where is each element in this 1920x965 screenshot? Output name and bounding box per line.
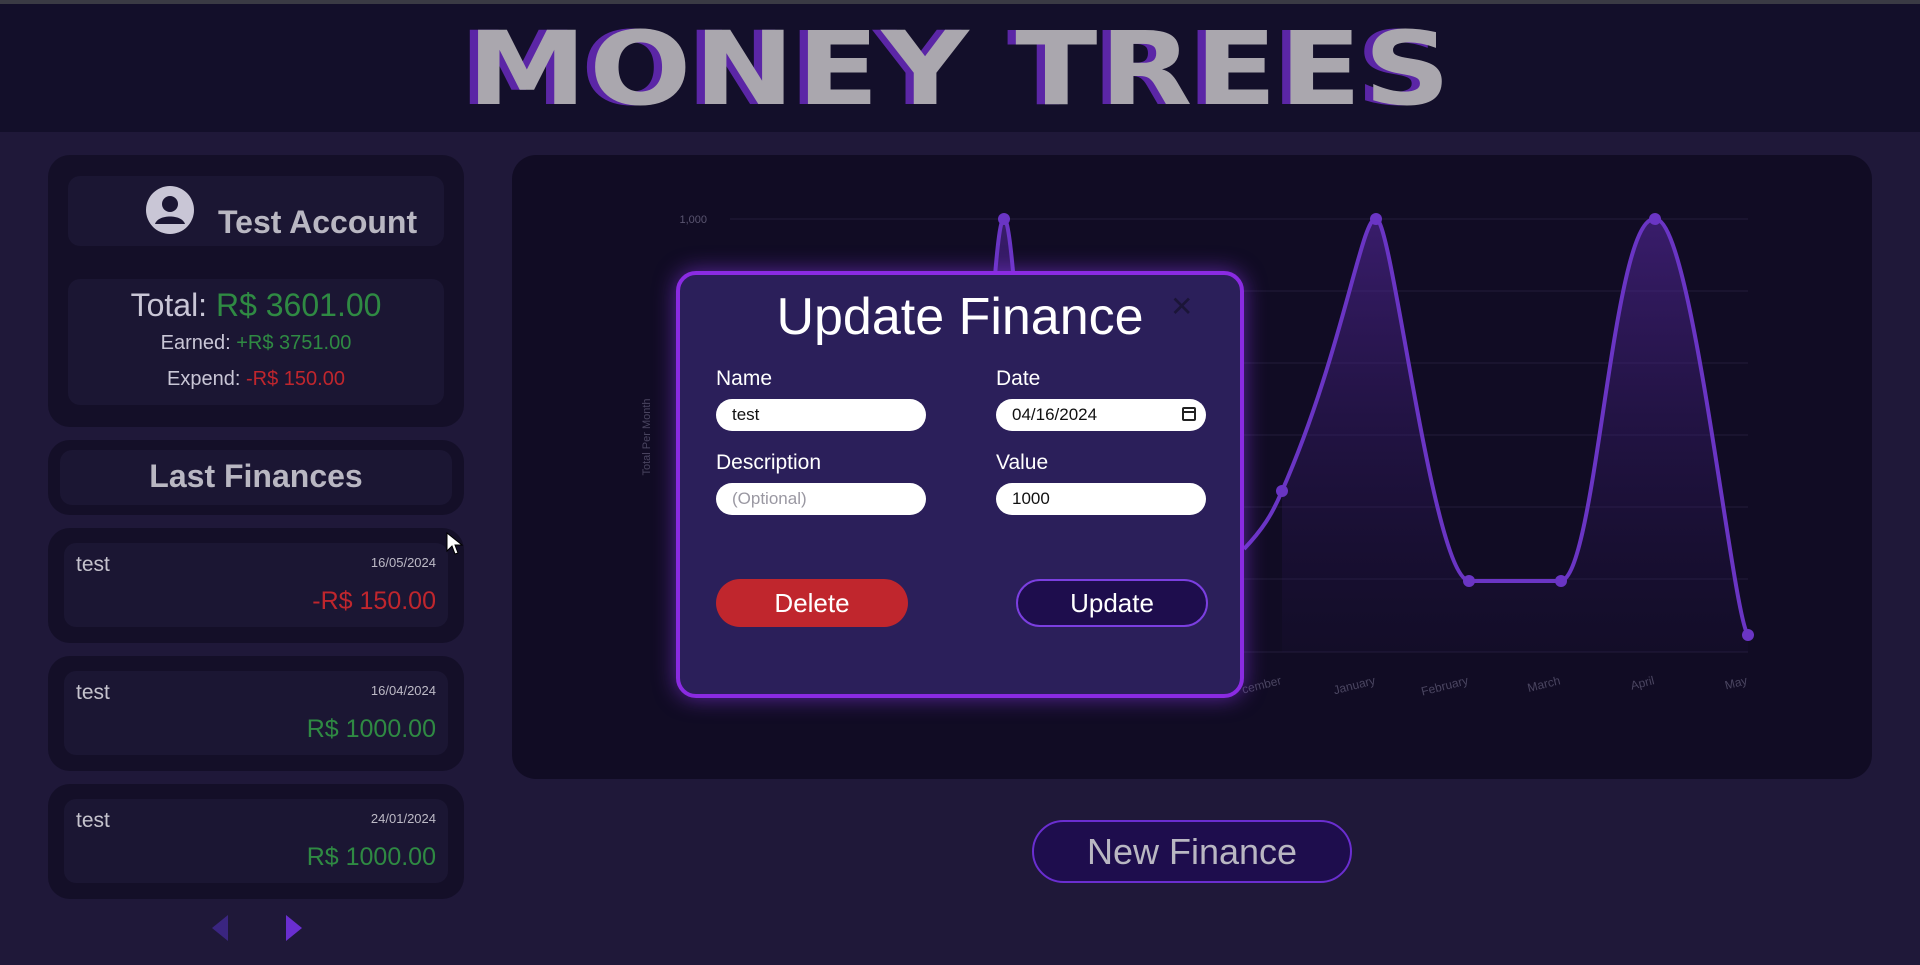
modal-title: Update Finance	[776, 288, 1144, 346]
value-label: Value	[996, 451, 1049, 474]
previous-page-icon[interactable]	[212, 915, 228, 941]
account-totals: Total: R$ 3601.00 Earned: +R$ 3751.00 Ex…	[68, 279, 444, 405]
chart-point	[1463, 575, 1475, 587]
finance-item-value: -R$ 150.00	[312, 587, 436, 615]
last-finances-header: Last Finances	[60, 450, 452, 505]
total-label: Total:	[130, 287, 208, 323]
date-input[interactable]: 04/16/2024	[996, 399, 1206, 431]
earned-value: +R$ 3751.00	[236, 332, 352, 354]
close-icon[interactable]: ✕	[1170, 293, 1193, 321]
finance-item-date: 16/05/2024	[370, 555, 436, 570]
finance-item-body: test 16/05/2024 -R$ 150.00	[64, 543, 448, 627]
account-panel: Test Account Total: R$ 3601.00 Earned: +…	[48, 155, 464, 427]
chart-point	[1742, 629, 1754, 641]
finance-item[interactable]: test 16/04/2024 R$ 1000.00	[48, 656, 464, 771]
x-tick-label: April	[1629, 673, 1656, 692]
expend-label: Expend:	[167, 368, 241, 390]
finance-item-value: R$ 1000.00	[306, 715, 436, 743]
y-axis-label: Total Per Month	[641, 398, 653, 475]
x-axis-labels: cember January February March April May	[1241, 673, 1749, 698]
last-finances-title: Last Finances	[149, 458, 363, 494]
app-logo: MONEY TREES MONEY TREES	[0, 10, 1920, 129]
name-input[interactable]: test	[716, 399, 926, 431]
y-tick-label: 1,000	[679, 214, 707, 226]
finance-item-date: 24/01/2024	[370, 811, 436, 826]
finance-item[interactable]: test 16/05/2024 -R$ 150.00	[48, 528, 464, 643]
name-label: Name	[716, 367, 773, 390]
update-finance-modal: Update Finance ✕ Name test Date 04/16/20…	[676, 271, 1244, 698]
finance-item-name: test	[76, 809, 110, 832]
new-finance-button[interactable]: New Finance	[1032, 820, 1352, 883]
delete-button[interactable]: Delete	[716, 579, 908, 627]
expend-value: -R$ 150.00	[245, 368, 345, 390]
x-tick-label: January	[1332, 673, 1377, 697]
chart-point	[1276, 485, 1288, 497]
x-tick-label: May	[1723, 673, 1748, 692]
logo-text: MONEY TREES	[467, 10, 1453, 129]
x-tick-label: February	[1420, 673, 1470, 698]
total-line: Total: R$ 3601.00	[68, 287, 444, 324]
last-finances-panel: Last Finances	[48, 440, 464, 515]
date-label: Date	[996, 367, 1041, 390]
total-value: R$ 3601.00	[215, 287, 382, 323]
next-page-icon[interactable]	[286, 915, 302, 941]
mouse-cursor-icon	[446, 532, 464, 555]
date-value: 04/16/2024	[1012, 405, 1098, 424]
finance-item-body: test 24/01/2024 R$ 1000.00	[64, 799, 448, 883]
description-input[interactable]: (Optional)	[716, 483, 926, 515]
app-header: MONEY TREES MONEY TREES	[0, 4, 1920, 132]
chart-point	[1370, 213, 1382, 225]
calendar-icon[interactable]	[1182, 407, 1196, 421]
chart-point	[998, 213, 1010, 225]
earned-label: Earned:	[160, 332, 231, 354]
chart-point	[1649, 213, 1661, 225]
account-header: Test Account	[68, 176, 444, 246]
account-name: Test Account	[218, 204, 418, 240]
finance-item[interactable]: test 24/01/2024 R$ 1000.00	[48, 784, 464, 899]
description-label: Description	[716, 451, 822, 474]
finance-item-name: test	[76, 553, 110, 576]
user-avatar-icon	[146, 186, 194, 234]
finance-item-value: R$ 1000.00	[306, 843, 436, 871]
expend-line: Expend: -R$ 150.00	[68, 368, 444, 391]
finance-item-body: test 16/04/2024 R$ 1000.00	[64, 671, 448, 755]
x-tick-label: March	[1526, 673, 1562, 695]
update-button[interactable]: Update	[1016, 579, 1208, 627]
finance-item-name: test	[76, 681, 110, 704]
earned-line: Earned: +R$ 3751.00	[68, 332, 444, 355]
chart-point	[1555, 575, 1567, 587]
x-tick-label: cember	[1241, 673, 1283, 696]
finance-item-date: 16/04/2024	[370, 683, 436, 698]
value-input[interactable]: 1000	[996, 483, 1206, 515]
